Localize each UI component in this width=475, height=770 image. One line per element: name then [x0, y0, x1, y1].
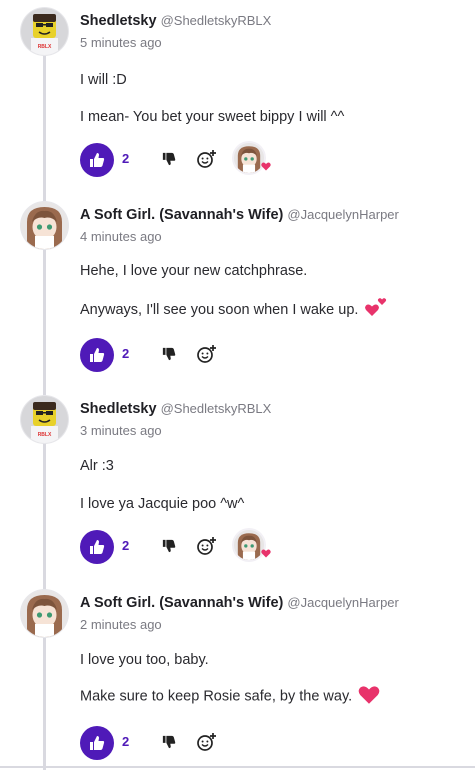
add-reaction-button[interactable]	[197, 149, 217, 174]
avatar	[234, 530, 264, 560]
like-button[interactable]	[80, 338, 114, 372]
add-reaction-button[interactable]	[197, 344, 217, 369]
author-name[interactable]: A Soft Girl. (Savannah's Wife)	[80, 595, 283, 611]
comment-actions: 2	[80, 338, 460, 372]
roblox-avatar-icon	[21, 396, 68, 443]
avatar[interactable]	[21, 8, 68, 55]
timestamp[interactable]: 5 minutes ago	[80, 35, 162, 50]
comment-text: I will :D	[80, 72, 127, 88]
comment-header: A Soft Girl. (Savannah's Wife) @Jacquelyn…	[80, 594, 399, 612]
avatar[interactable]	[21, 396, 68, 443]
thumbs-down-icon	[162, 152, 176, 166]
author-name[interactable]: Shedletsky	[80, 13, 157, 29]
thumbs-up-icon	[90, 736, 105, 750]
like-count: 2	[122, 151, 130, 166]
thumbs-down-icon	[162, 347, 176, 361]
like-count: 2	[122, 346, 130, 361]
add-reaction-icon	[197, 345, 216, 363]
comment-text: Make sure to keep Rosie safe, by the way…	[80, 688, 353, 705]
anime-girl-avatar-icon	[21, 590, 68, 637]
roblox-avatar-icon	[21, 8, 68, 55]
avatar[interactable]	[21, 590, 68, 637]
comment-text-with-emoji: Anyways, I'll see you soon when I wake u…	[80, 298, 388, 318]
add-reaction-icon	[197, 537, 216, 555]
thumbs-down-icon	[162, 539, 176, 553]
comment-text: I love ya Jacquie poo ^w^	[80, 496, 245, 512]
reaction-chip[interactable]	[234, 528, 272, 562]
timestamp[interactable]: 3 minutes ago	[80, 423, 162, 438]
anime-girl-avatar-icon	[234, 530, 264, 560]
author-name[interactable]: Shedletsky	[80, 401, 157, 417]
thumbs-up-icon	[90, 348, 105, 362]
like-button[interactable]	[80, 726, 114, 760]
anime-girl-avatar-icon	[21, 202, 68, 249]
heart-reaction-icon	[261, 549, 271, 558]
reaction-chip[interactable]	[234, 141, 272, 175]
avatar	[234, 143, 264, 173]
dislike-button[interactable]	[162, 347, 176, 366]
author-handle[interactable]: @JacquelynHarper	[287, 595, 398, 610]
add-reaction-button[interactable]	[197, 732, 217, 757]
anime-girl-avatar-icon	[234, 143, 264, 173]
heart-emoji	[358, 685, 380, 705]
two-hearts-emoji	[365, 298, 387, 317]
comment-text: I love you too, baby.	[80, 652, 209, 668]
comment-header: Shedletsky @ShedletskyRBLX	[80, 12, 271, 30]
author-handle[interactable]: @ShedletskyRBLX	[161, 13, 272, 28]
comment-header: A Soft Girl. (Savannah's Wife) @Jacquelyn…	[80, 206, 399, 224]
comment-actions: 2	[80, 143, 460, 177]
comment-actions: 2	[80, 726, 460, 760]
add-reaction-icon	[197, 150, 216, 168]
divider	[0, 766, 475, 768]
heart-reaction-icon	[261, 162, 271, 171]
timestamp[interactable]: 2 minutes ago	[80, 617, 162, 632]
comment-text: Hehe, I love your new catchphrase.	[80, 263, 308, 279]
dislike-button[interactable]	[162, 539, 176, 558]
author-name[interactable]: A Soft Girl. (Savannah's Wife)	[80, 207, 283, 223]
timestamp[interactable]: 4 minutes ago	[80, 229, 162, 244]
comment-text: Anyways, I'll see you soon when I wake u…	[80, 302, 359, 318]
comment-text-with-emoji: Make sure to keep Rosie safe, by the way…	[80, 688, 380, 705]
comment-actions: 2	[80, 530, 460, 564]
avatar[interactable]	[21, 202, 68, 249]
like-count: 2	[122, 538, 130, 553]
like-button[interactable]	[80, 143, 114, 177]
like-button[interactable]	[80, 530, 114, 564]
dislike-button[interactable]	[162, 152, 176, 171]
author-handle[interactable]: @JacquelynHarper	[287, 207, 398, 222]
author-handle[interactable]: @ShedletskyRBLX	[161, 401, 272, 416]
comment-text: I mean- You bet your sweet bippy I will …	[80, 109, 345, 125]
thumbs-up-icon	[90, 540, 105, 554]
like-count: 2	[122, 734, 130, 749]
thumbs-up-icon	[90, 153, 105, 167]
comment-header: Shedletsky @ShedletskyRBLX	[80, 400, 271, 418]
thumbs-down-icon	[162, 735, 176, 749]
comment-text: Alr :3	[80, 458, 114, 474]
dislike-button[interactable]	[162, 735, 176, 754]
add-reaction-button[interactable]	[197, 536, 217, 561]
add-reaction-icon	[197, 733, 216, 751]
